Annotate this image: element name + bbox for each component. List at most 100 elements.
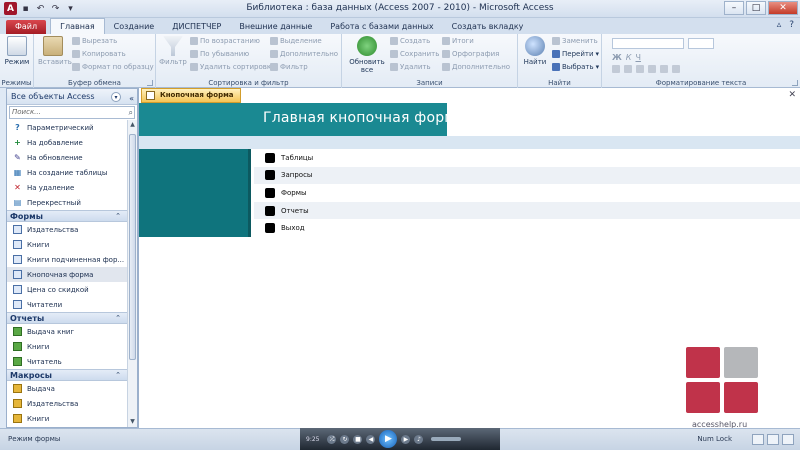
nav-macro-item[interactable]: Издательства [7,396,127,411]
switchboard-button-icon[interactable] [265,205,275,216]
volume-slider[interactable] [431,437,462,441]
switchboard-button-icon[interactable] [265,223,275,234]
maximize-button[interactable]: □ [746,1,766,15]
minimize-button[interactable]: – [724,1,744,15]
nav-form-item[interactable]: Книги [7,237,127,252]
nav-macro-item[interactable]: Книги 1 [7,426,127,427]
new-record-button[interactable]: Создать [390,37,430,45]
nav-form-item[interactable]: Книги подчиненная фор... [7,252,127,267]
nav-query-item[interactable]: ✕ На удаление [7,180,127,195]
play-button[interactable]: ▶ [379,430,398,448]
font-size-dropdown[interactable] [688,38,714,49]
filter-button[interactable]: Фильтр [158,36,188,66]
underline-icon[interactable]: Ч [635,53,640,62]
font-name-dropdown[interactable] [612,38,684,49]
save-record-button[interactable]: Сохранить [390,50,439,58]
nav-dropdown-icon[interactable]: ▾ [111,92,121,102]
nav-form-item[interactable]: Издательства [7,222,127,237]
tab-6[interactable]: Создать вкладку [443,20,533,34]
stop-icon[interactable]: ■ [353,434,363,444]
document-tab-switchboard[interactable]: Кнопочная форма [141,88,241,103]
switchboard-item[interactable]: Формы [254,184,800,202]
nav-query-item[interactable]: ▦ На создание таблицы [7,165,127,180]
nav-macro-item[interactable]: Книги [7,411,127,426]
nav-collapse-icon[interactable]: « [129,91,134,107]
copy-button[interactable]: Копировать [72,50,126,58]
fill-color-icon[interactable] [636,65,644,73]
replace-button[interactable]: Заменить [552,37,598,45]
nav-section-forms[interactable]: Формы ⌃ [7,210,127,222]
switchboard-button-icon[interactable] [265,187,275,198]
find-button[interactable]: Найти [520,36,550,66]
design-view-icon[interactable] [782,434,794,445]
search-icon[interactable]: ⌕ [129,107,133,118]
cut-button[interactable]: Вырезать [72,37,117,45]
align-left-icon[interactable] [648,65,656,73]
volume-icon[interactable]: ♪ [414,434,424,444]
italic-icon[interactable]: К [626,53,632,62]
help-icon[interactable]: ? [789,20,794,30]
tab-3[interactable]: ДИСПЕТЧЕР [163,20,230,34]
align-center-icon[interactable] [660,65,668,73]
ribbon-collapse-icon[interactable]: ▵ [777,20,782,30]
align-right-icon[interactable] [672,65,680,73]
sort-ascending-button[interactable]: По возрастанию [190,37,260,45]
tab-4[interactable]: Внешние данные [230,20,321,34]
tab-0[interactable]: Файл [6,20,47,34]
view-button[interactable]: Режим [2,36,32,66]
nav-section-macros[interactable]: Макросы ⌃ [7,369,127,381]
nav-pane-header[interactable]: Все объекты Access ▾ « [7,89,137,105]
switchboard-item[interactable]: Отчеты [254,201,800,220]
remove-sort-button[interactable]: Удалить сортировку [190,63,275,71]
goto-button[interactable]: Перейти ▾ [552,50,599,58]
switchboard-item[interactable]: Выход [254,219,800,237]
nav-query-item[interactable]: ✎ На обновление [7,150,127,165]
nav-scrollbar[interactable]: ▲ ▼ [127,120,137,427]
clipboard-launcher-icon[interactable] [147,80,153,86]
switchboard-item[interactable]: Таблицы [254,149,800,167]
shuffle-icon[interactable]: ⤮ [327,434,337,444]
next-icon[interactable]: ▶ [401,434,411,444]
tab-2[interactable]: Создание [105,20,164,34]
spelling-button[interactable]: Орфография [442,50,499,58]
toggle-filter-button[interactable]: Фильтр [270,63,308,71]
tab-5[interactable]: Работа с базами данных [321,20,442,34]
nav-form-item[interactable]: Кнопочная форма [7,267,127,282]
section-collapse-icon[interactable]: ⌃ [115,313,121,324]
document-close-icon[interactable]: ✕ [788,90,796,100]
nav-section-reports[interactable]: Отчеты ⌃ [7,312,127,324]
nav-report-item[interactable]: Читатель [7,354,127,369]
selection-button[interactable]: Выделение [270,37,322,45]
section-collapse-icon[interactable]: ⌃ [115,211,121,222]
switchboard-button-icon[interactable] [265,170,275,181]
scroll-down-icon[interactable]: ▼ [128,417,137,427]
sort-descending-button[interactable]: По убыванию [190,50,249,58]
repeat-icon[interactable]: ↻ [340,434,350,444]
switchboard-button-icon[interactable] [265,152,275,163]
advanced-filter-button[interactable]: Дополнительно [270,50,338,58]
paste-button[interactable]: Вставить [38,36,72,66]
section-collapse-icon[interactable]: ⌃ [115,370,121,381]
nav-search-input[interactable]: Поиск... ⌕ [9,106,135,119]
scroll-thumb[interactable] [129,134,136,360]
nav-query-item[interactable]: ▤ Перекрестный [7,195,127,210]
nav-query-item[interactable]: ? Параметрический [7,120,127,135]
nav-macro-item[interactable]: Выдача [7,381,127,396]
delete-record-button[interactable]: Удалить [390,63,431,71]
nav-form-item[interactable]: Читатели [7,297,127,312]
text-format-launcher-icon[interactable] [792,80,798,86]
totals-button[interactable]: Итоги [442,37,474,45]
records-more-button[interactable]: Дополнительно [442,63,510,71]
nav-query-item[interactable]: + На добавление [7,135,127,150]
font-color-icon[interactable] [612,65,620,73]
tab-1[interactable]: Главная [50,18,105,34]
highlight-icon[interactable] [624,65,632,73]
refresh-all-button[interactable]: Обновить все [348,36,386,74]
bold-icon[interactable]: Ж [612,53,622,62]
scroll-up-icon[interactable]: ▲ [128,120,137,130]
layout-view-icon[interactable] [767,434,779,445]
switchboard-item[interactable]: Запросы [254,166,800,185]
form-view-icon[interactable] [752,434,764,445]
previous-icon[interactable]: ◀ [366,434,376,444]
select-button[interactable]: Выбрать ▾ [552,63,599,71]
